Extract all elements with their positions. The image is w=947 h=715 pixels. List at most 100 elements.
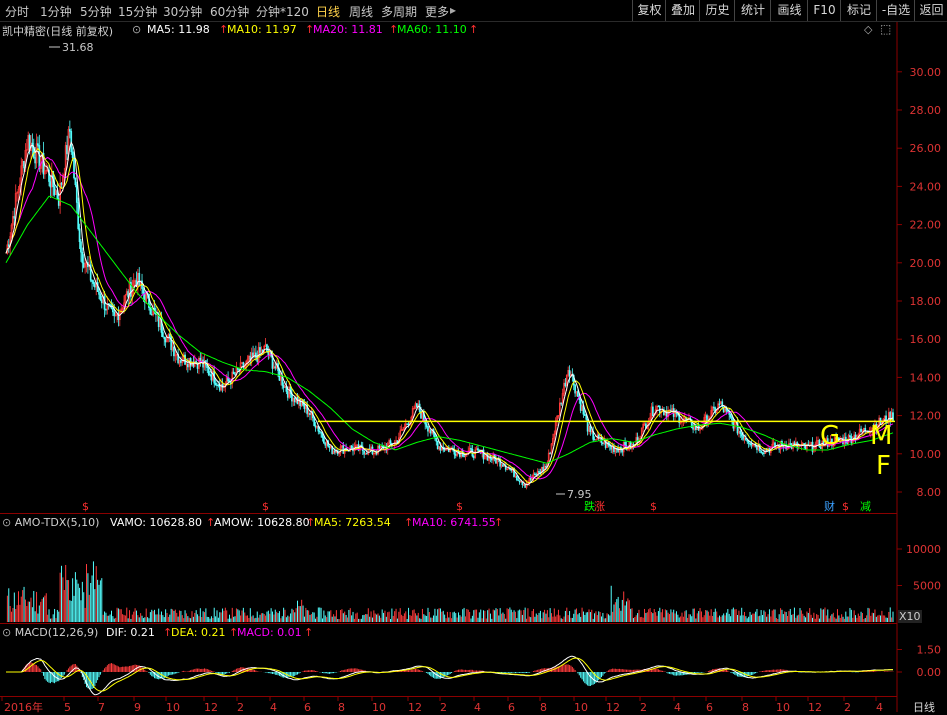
candle-body bbox=[406, 423, 409, 425]
x-tick-label: 9 bbox=[134, 701, 141, 714]
candle-body bbox=[112, 308, 114, 313]
collapse-icon[interactable]: ⊙ bbox=[2, 516, 15, 529]
candle-body bbox=[713, 406, 715, 409]
candle-body bbox=[60, 182, 63, 185]
candle-body bbox=[363, 450, 365, 455]
y-tick-label: 0.00 bbox=[917, 666, 942, 679]
candle-body bbox=[318, 430, 321, 433]
diamond-icon[interactable]: ◇ bbox=[864, 23, 872, 36]
candle-body bbox=[255, 352, 257, 358]
event-tag: $ bbox=[842, 500, 849, 513]
candle-body bbox=[750, 444, 753, 446]
y-tick-label: 16.00 bbox=[910, 333, 942, 346]
candle-body bbox=[173, 346, 175, 357]
period-corner-label[interactable]: 日线 bbox=[913, 699, 935, 715]
candle-body bbox=[564, 382, 567, 387]
candle-body bbox=[378, 445, 381, 449]
candle-body bbox=[37, 143, 39, 146]
y-tick-label: 18.00 bbox=[910, 295, 942, 308]
x-tick-label: 2016年 bbox=[4, 700, 43, 714]
collapse-icon[interactable]: ⊙ bbox=[2, 626, 15, 639]
event-tag: $ bbox=[650, 500, 657, 513]
candle-body bbox=[549, 452, 551, 455]
candle-body bbox=[328, 445, 331, 448]
x-tick-label: 2 bbox=[640, 701, 647, 714]
y-tick-label: 1.50 bbox=[917, 644, 942, 657]
signal-marker: M bbox=[870, 421, 892, 451]
candle-body bbox=[324, 442, 327, 446]
candle-body bbox=[314, 425, 317, 428]
candle-body bbox=[180, 360, 182, 363]
candle-body bbox=[632, 443, 635, 446]
candle-body bbox=[568, 370, 571, 377]
x-tick-label: 2 bbox=[237, 701, 244, 714]
candle-body bbox=[164, 338, 167, 343]
candle-body bbox=[761, 452, 764, 454]
candle-body bbox=[429, 430, 432, 434]
candle-body bbox=[299, 398, 302, 407]
event-tag: 财 bbox=[824, 499, 835, 513]
event-tag: 减 bbox=[860, 500, 871, 513]
candle-body bbox=[282, 385, 285, 388]
x-tick-label: 10 bbox=[166, 701, 180, 714]
candle-body bbox=[793, 442, 796, 445]
y-tick-label: 14.00 bbox=[910, 371, 942, 384]
x-tick-label: 4 bbox=[474, 701, 481, 714]
candle-body bbox=[692, 427, 694, 430]
candle-body bbox=[66, 145, 68, 155]
legend-value: MA10: 11.97 bbox=[227, 23, 297, 36]
up-arrow-icon: ↑ bbox=[494, 516, 504, 529]
x-tick-label: 4 bbox=[270, 701, 277, 714]
candle-body bbox=[749, 442, 751, 445]
main-chart-title: 凯中精密(日线 前复权) bbox=[2, 25, 114, 38]
y-tick-label: 10000 bbox=[906, 543, 941, 556]
x-tick-label: 4 bbox=[674, 701, 681, 714]
legend-value: MA5: 7263.54 bbox=[314, 516, 391, 529]
candle-body bbox=[80, 241, 82, 253]
candle-body bbox=[78, 228, 81, 242]
candle-body bbox=[234, 373, 236, 375]
candle-body bbox=[436, 441, 439, 450]
candle-body bbox=[740, 433, 743, 437]
candle-body bbox=[574, 384, 576, 394]
candle-body bbox=[477, 448, 479, 451]
candle-body bbox=[860, 428, 862, 433]
candle-body bbox=[470, 448, 472, 450]
candle-body bbox=[74, 177, 77, 186]
y-tick-label: 10.00 bbox=[910, 448, 942, 461]
candle-body bbox=[416, 403, 418, 408]
legend-value: MA5: 11.98 bbox=[147, 23, 210, 36]
y-tick-label: 26.00 bbox=[910, 142, 942, 155]
ma60-line bbox=[5, 195, 894, 464]
candle-body bbox=[69, 129, 71, 132]
candle-body bbox=[232, 371, 235, 375]
settings-icon[interactable]: ⊙ bbox=[132, 23, 141, 36]
event-tag: $ bbox=[456, 500, 463, 513]
candle-body bbox=[593, 439, 596, 441]
candle-body bbox=[207, 367, 210, 375]
panel-separator bbox=[0, 513, 897, 514]
candle-body bbox=[515, 475, 518, 480]
candle-body bbox=[93, 283, 96, 288]
candle-body bbox=[439, 446, 442, 451]
macd-indicator: MACD(12,26,9) bbox=[14, 626, 99, 639]
x-tick-label: 6 bbox=[304, 701, 311, 714]
y-tick-label: 20.00 bbox=[910, 257, 942, 270]
panel-separator bbox=[0, 696, 897, 697]
kline-chart[interactable]: 30.0028.0026.0024.0022.0020.0018.0016.00… bbox=[0, 0, 947, 715]
candle-body bbox=[217, 384, 220, 387]
event-tag: 涨 bbox=[594, 500, 605, 513]
candle-body bbox=[98, 291, 100, 295]
candle-body bbox=[210, 374, 213, 381]
legend-value: DIF: 0.21 bbox=[106, 626, 155, 639]
candle-body bbox=[756, 445, 758, 450]
candle-body bbox=[718, 403, 721, 405]
candle-body bbox=[113, 311, 116, 317]
candle-body bbox=[472, 455, 475, 459]
candle-body bbox=[502, 464, 504, 467]
expand-icon[interactable]: ⬚ bbox=[880, 22, 891, 36]
dif-line bbox=[6, 655, 893, 696]
candle-body bbox=[313, 417, 316, 426]
candle-body bbox=[389, 440, 392, 444]
candle-body bbox=[92, 281, 95, 284]
